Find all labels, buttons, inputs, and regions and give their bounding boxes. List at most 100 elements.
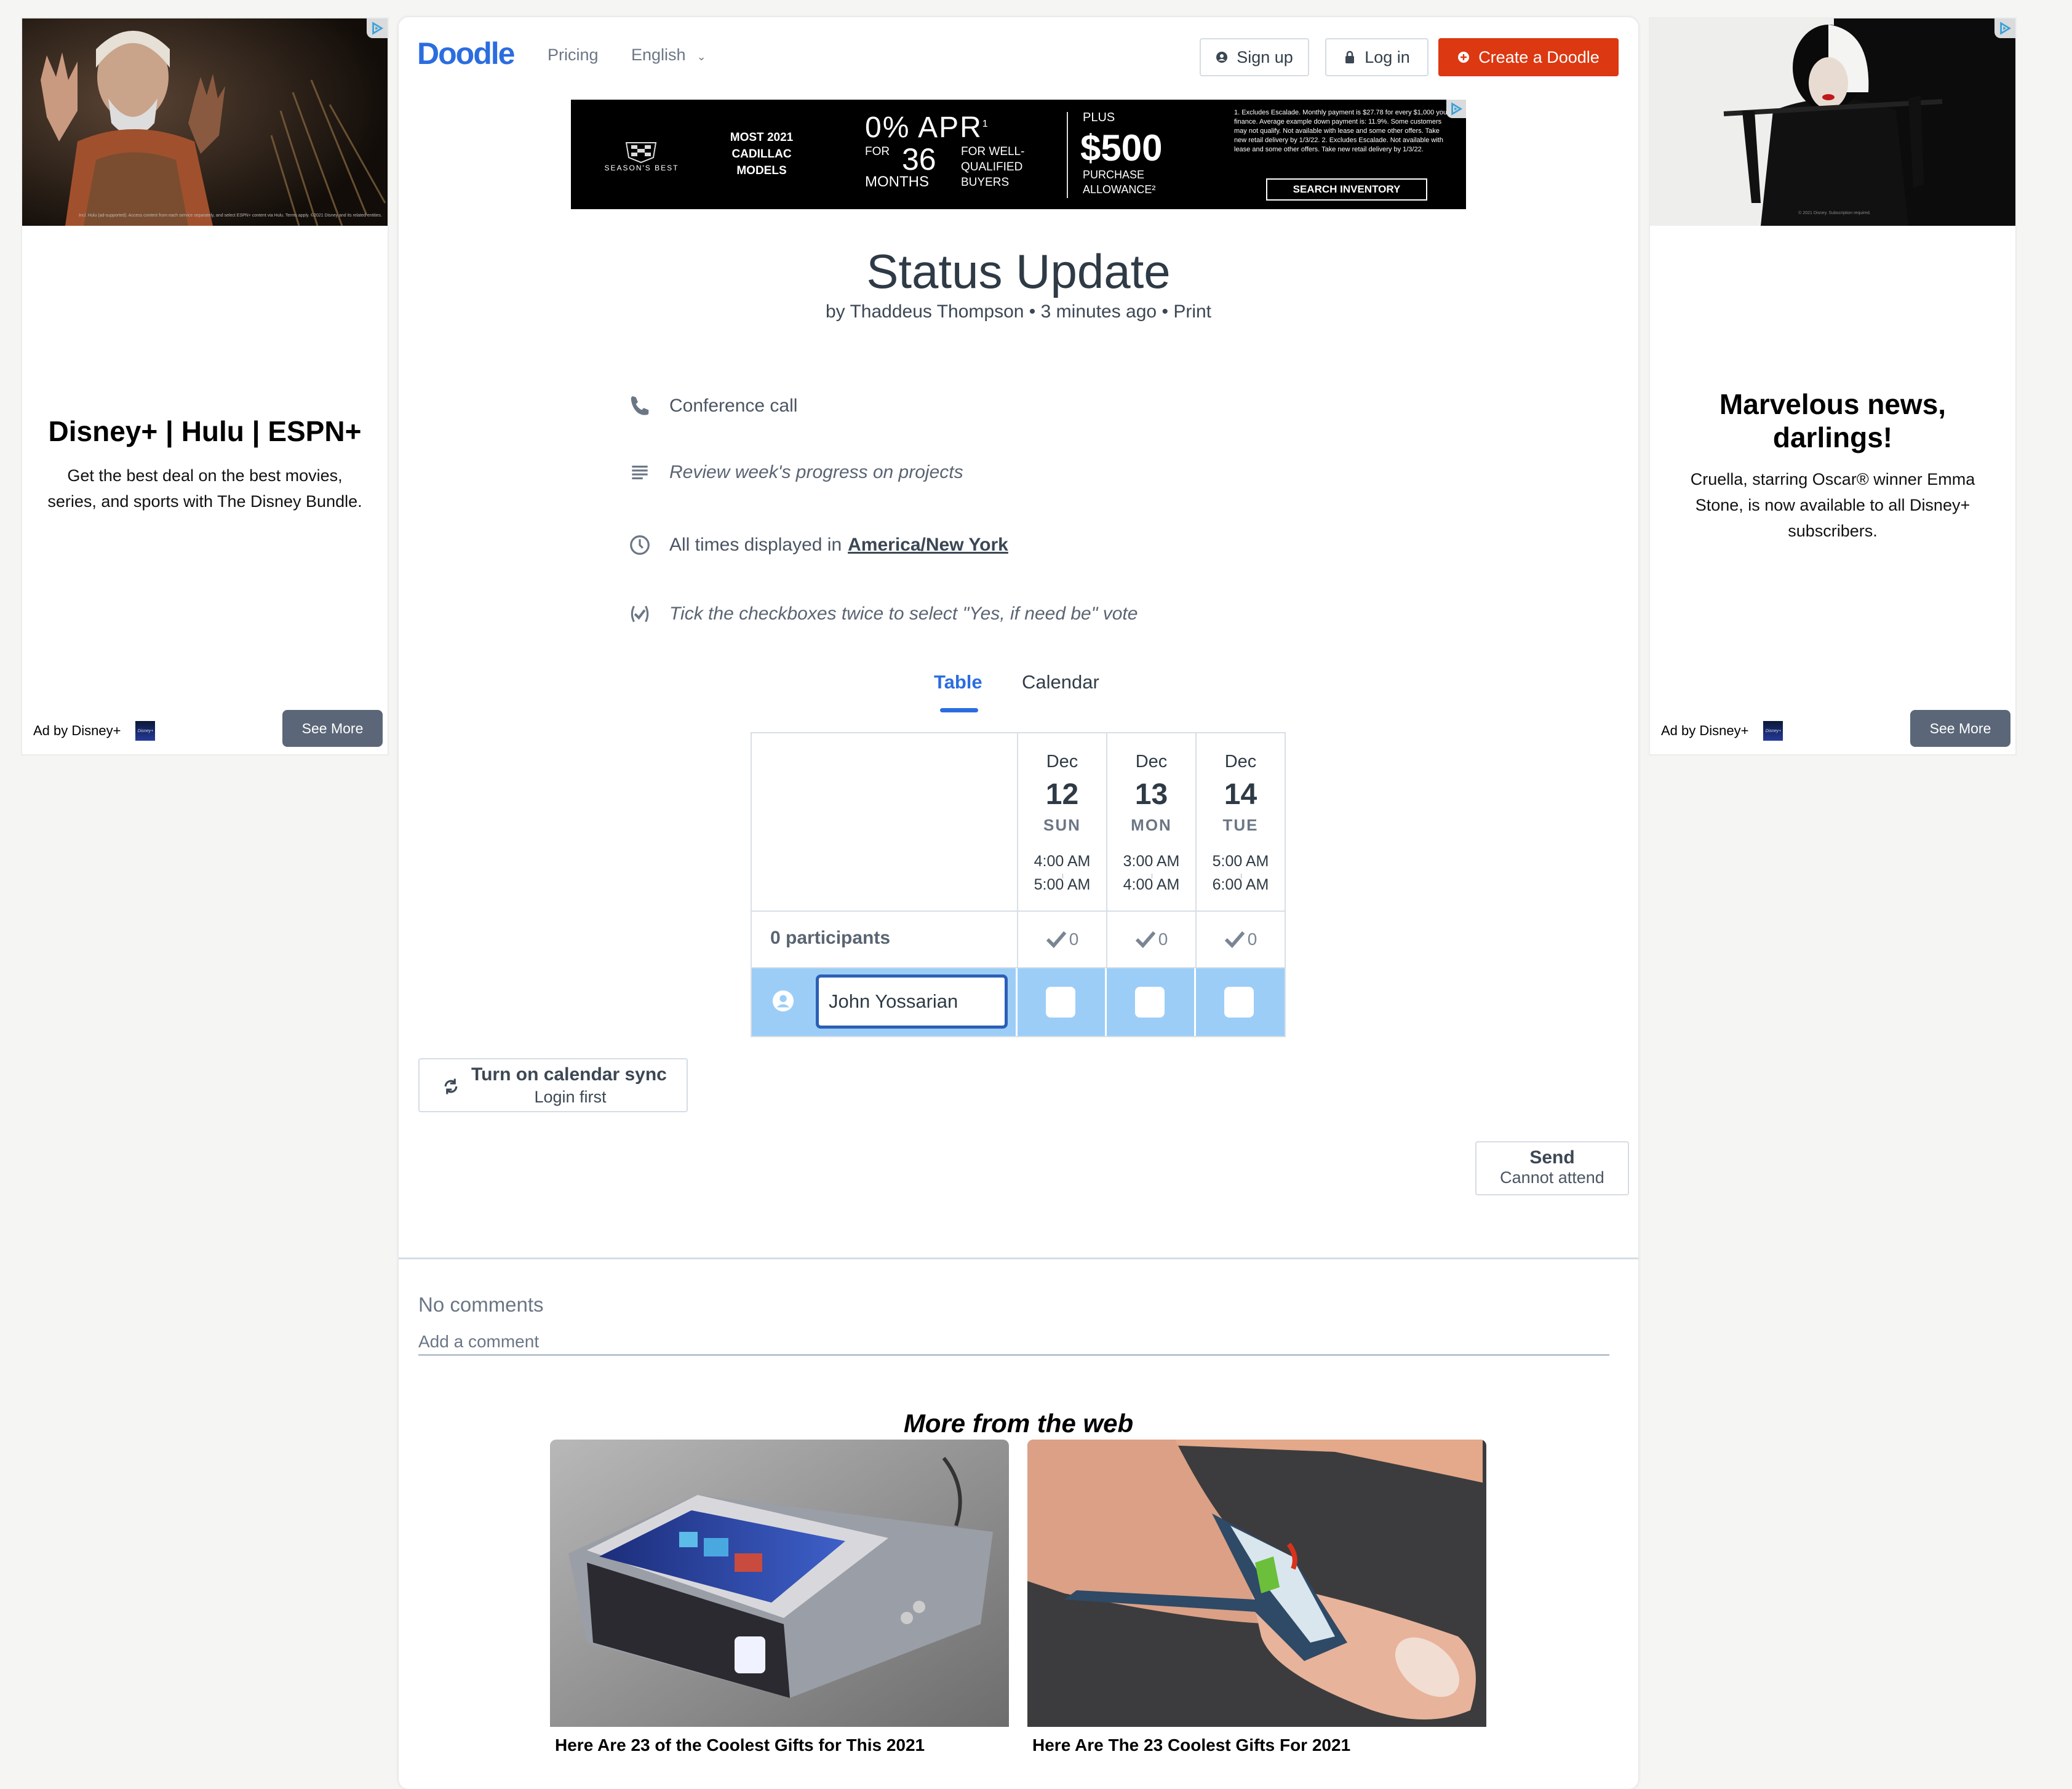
right-ad-see-more-button[interactable]: See More: [1910, 710, 2010, 747]
timezone-text: All times displayed in America/New York: [669, 535, 1008, 556]
ad-choices-icon[interactable]: [1994, 18, 2015, 38]
banner-for: FOR: [865, 145, 890, 158]
signup-button[interactable]: Sign up: [1200, 38, 1309, 76]
option-month: Dec: [1046, 752, 1078, 771]
language-dropdown[interactable]: English ⌄: [631, 46, 706, 65]
author-prefix: by: [826, 301, 845, 322]
ad-choices-icon[interactable]: [367, 18, 388, 38]
disney-plus-logo: Disney+: [1763, 721, 1783, 741]
calendar-sync-button[interactable]: Turn on calendar sync Login first: [418, 1058, 688, 1112]
option-day: 13: [1134, 778, 1168, 811]
right-ad-attribution: Ad by Disney+ Disney+: [1661, 721, 1783, 741]
create-doodle-label: Create a Doodle: [1478, 47, 1600, 66]
vote-checkbox[interactable]: [1046, 987, 1075, 1018]
sponsored-article-caption[interactable]: Here Are 23 of the Coolest Gifts for Thi…: [555, 1735, 1009, 1755]
checkmark-icon: [1135, 931, 1156, 949]
yes-count-value: 0: [1247, 930, 1257, 949]
banner-models: MOST 2021 CADILLAC MODELS: [712, 129, 811, 179]
vote-checkbox[interactable]: [1224, 987, 1254, 1018]
sponsored-article-card[interactable]: Here Are 23 of the Coolest Gifts for Thi…: [550, 1440, 1009, 1755]
option-end-time: 4:00 AM: [1123, 876, 1180, 893]
right-ad-title: Marvelous news, darlings!: [1719, 388, 1946, 453]
cadillac-crest-icon: [625, 142, 657, 164]
option-day: 12: [1045, 778, 1079, 811]
send-button[interactable]: Send Cannot attend: [1475, 1141, 1629, 1195]
poll-meta: by Thaddeus Thompson • 3 minutes ago • P…: [399, 301, 1638, 322]
disney-plus-logo: Disney+: [135, 721, 156, 741]
user-circle-icon: [772, 990, 794, 1012]
banner-months-number: 36: [902, 142, 936, 177]
option-day: 14: [1224, 778, 1257, 811]
nav-pricing-link[interactable]: Pricing: [548, 46, 599, 65]
banner-allowance-line: PURCHASE: [1083, 169, 1145, 181]
poll-table: Dec 12 SUN 4:00 AM 5:00 AM Dec 13 MON 3:…: [751, 732, 1286, 1037]
banner-allowance: PURCHASE ALLOWANCE²: [1083, 167, 1155, 197]
right-ad-image[interactable]: © 2021 Disney. Subscription required.: [1650, 18, 2015, 226]
option-weekday: TUE: [1222, 816, 1259, 834]
banner-disclaimer: 1. Excludes Escalade. Monthly payment is…: [1234, 109, 1448, 153]
ad-by-label: Ad by Disney+: [1661, 723, 1749, 738]
timezone-prefix: All times displayed in: [669, 535, 842, 555]
timezone-link[interactable]: America/New York: [848, 535, 1008, 555]
right-ad[interactable]: © 2021 Disney. Subscription required. Ma…: [1649, 17, 2017, 755]
description-row: Review week's progress on projects: [626, 459, 963, 486]
yes-count-value: 0: [1158, 930, 1168, 949]
print-link[interactable]: Print: [1173, 301, 1211, 322]
calendar-sync-title: Turn on calendar sync: [471, 1064, 667, 1085]
ad-choices-icon[interactable]: [1446, 100, 1466, 118]
left-ad-image[interactable]: Incl. Hulu (ad-supported). Access conten…: [22, 18, 388, 226]
tab-table[interactable]: Table: [934, 671, 982, 693]
sponsored-article-image[interactable]: [1027, 1440, 1486, 1727]
column-divider: [1194, 968, 1196, 1036]
option-end-time: 6:00 AM: [1212, 876, 1269, 893]
sponsored-article-caption[interactable]: Here Are The 23 Coolest Gifts For 2021: [1032, 1735, 1486, 1755]
meta-separator: •: [1162, 301, 1168, 322]
location-text: Conference call: [669, 396, 798, 416]
timezone-row: All times displayed in America/New York: [626, 532, 1008, 559]
tab-calendar[interactable]: Calendar: [1022, 671, 1099, 693]
banner-qualified-line: FOR WELL-: [961, 145, 1025, 158]
doodle-logo[interactable]: Doodle: [417, 36, 515, 71]
phone-icon: [626, 392, 653, 420]
main-card: Doodle Pricing English ⌄ Sign up Log in C…: [399, 17, 1638, 1789]
left-ad[interactable]: Incl. Hulu (ad-supported). Access conten…: [21, 17, 389, 755]
yes-count: 0: [1107, 912, 1195, 967]
banner-allowance-amount: $500: [1080, 127, 1163, 169]
left-ad-see-more-button[interactable]: See More: [282, 710, 383, 747]
option-start-time: 5:00 AM: [1212, 853, 1269, 870]
participant-name-input[interactable]: [816, 974, 1008, 1029]
checkmark-icon: [1224, 931, 1245, 949]
plus-circle-icon: [1458, 52, 1470, 63]
sponsored-article-card[interactable]: Here Are The 23 Coolest Gifts For 2021: [1027, 1440, 1486, 1755]
option-weekday: SUN: [1043, 816, 1081, 834]
create-doodle-button[interactable]: Create a Doodle: [1438, 38, 1619, 76]
sponsored-article-image[interactable]: [550, 1440, 1009, 1727]
left-ad-title: Disney+ | Hulu | ESPN+: [48, 415, 362, 447]
login-button[interactable]: Log in: [1325, 38, 1428, 76]
vote-checkbox[interactable]: [1135, 987, 1165, 1018]
checkmark-icon: [1046, 931, 1067, 949]
option-end-time: 5:00 AM: [1034, 876, 1091, 893]
lock-icon: [1345, 50, 1355, 63]
participants-count: 0 participants: [770, 928, 891, 948]
banner-apr: 0% APR1: [865, 111, 989, 144]
banner-months: MONTHS: [865, 173, 929, 190]
cadillac-banner-ad[interactable]: SEASON'S BEST MOST 2021 CADILLAC MODELS …: [571, 100, 1466, 209]
created-time: 3 minutes ago: [1040, 301, 1157, 322]
right-ad-fine-print: © 2021 Disney. Subscription required.: [1798, 210, 1871, 215]
calendar-sync-subtitle: Login first: [534, 1088, 607, 1106]
author-name: Thaddeus Thompson: [850, 301, 1024, 322]
description-text: Review week's progress on projects: [669, 462, 963, 482]
check-circle-icon: [626, 600, 653, 628]
clock-icon: [626, 532, 653, 559]
option-month: Dec: [1135, 752, 1168, 771]
search-inventory-button[interactable]: SEARCH INVENTORY: [1266, 178, 1427, 201]
more-from-web-heading: More from the web: [903, 1409, 1134, 1438]
send-title: Send: [1529, 1147, 1575, 1168]
banner-qualified: FOR WELL- QUALIFIED BUYERS: [961, 144, 1024, 190]
banner-qualified-line: BUYERS: [961, 176, 1010, 189]
hint-text: Tick the checkboxes twice to select "Yes…: [669, 604, 1138, 624]
participant-input-row: [752, 968, 1285, 1036]
comment-input[interactable]: [418, 1329, 1609, 1356]
left-ad-body: Get the best deal on the best movies, se…: [47, 466, 362, 511]
